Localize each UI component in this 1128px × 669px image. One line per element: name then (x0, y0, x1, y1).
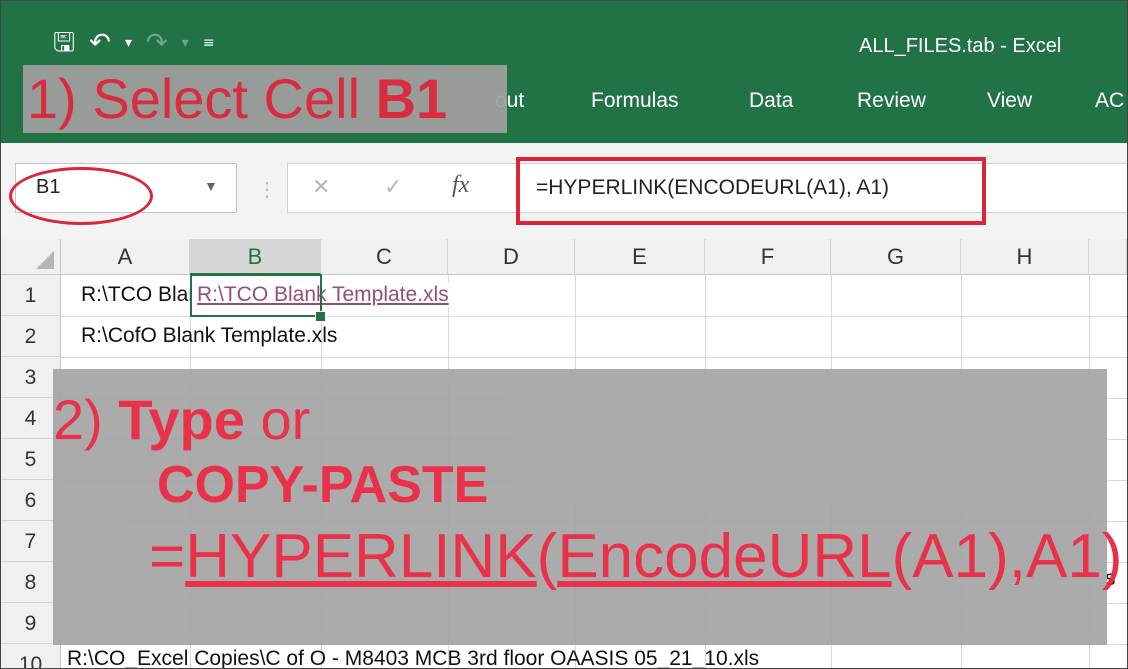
active-cell-border (190, 274, 322, 317)
column-header-h[interactable]: H (961, 239, 1089, 275)
row-header-1[interactable]: 1 (1, 275, 61, 316)
step2-paren: ( (536, 522, 558, 591)
formula-bar-grip[interactable]: ⋮ (257, 177, 277, 202)
step2-tail: (A1),A1) (891, 522, 1123, 591)
cell-a10[interactable]: R:\CO_Excel Copies\C of O - M8403 MCB 3r… (67, 647, 759, 668)
step2-copy-paste: COPY-PASTE (157, 456, 489, 514)
row-header-9[interactable]: 9 (1, 603, 61, 644)
step2-line1: 2) Type or (53, 387, 310, 452)
step1-cell: B1 (375, 67, 448, 130)
formula-buttons: ✕ ✓ fx (287, 163, 515, 213)
step2-eq: = (149, 522, 186, 591)
highlight-ellipse-name-box (9, 167, 153, 225)
cell-a2[interactable]: R:\CofO Blank Template.xls (81, 324, 337, 348)
select-all-triangle-icon (36, 251, 54, 269)
step2-hyperlink: HYPERLINK (185, 522, 537, 591)
tab-view[interactable]: View (987, 89, 1032, 113)
step2-number: 2) (53, 388, 119, 451)
step1-text: 1) Select Cell B1 (27, 65, 447, 133)
row-header-6[interactable]: 6 (1, 480, 61, 521)
tab-formulas[interactable]: Formulas (591, 89, 679, 113)
excel-window: 🖫 ↶ ▾ ↷ ▾ ≡ ALL_FILES.tab - Excel out Fo… (0, 0, 1128, 669)
redo-dropdown-icon[interactable]: ▾ (182, 36, 189, 50)
column-header-b[interactable]: B (190, 239, 321, 275)
step1-callout: 1) Select Cell B1 (23, 65, 507, 133)
column-header-g[interactable]: G (831, 239, 961, 275)
window-title: ALL_FILES.tab - Excel (859, 35, 1062, 57)
step2-type: Type (118, 388, 245, 451)
column-header-e[interactable]: E (575, 239, 705, 275)
column-header-i[interactable] (1089, 239, 1127, 275)
tab-review[interactable]: Review (857, 89, 926, 113)
row-header-10[interactable]: 10 (1, 644, 61, 668)
insert-function-icon[interactable]: fx (452, 172, 469, 199)
row-header-3[interactable]: 3 (1, 357, 61, 398)
column-header-c[interactable]: C (321, 239, 448, 275)
row-header-4[interactable]: 4 (1, 398, 61, 439)
step2-formula: =HYPERLINK(EncodeURL(A1),A1) (149, 521, 1122, 592)
redo-icon[interactable]: ↷ (146, 30, 168, 56)
column-header-a[interactable]: A (61, 239, 190, 275)
step1-prefix: 1) Select Cell (27, 67, 376, 130)
row-header-2[interactable]: 2 (1, 316, 61, 357)
chevron-down-icon[interactable]: ▼ (204, 178, 218, 194)
cell-a1[interactable]: R:\TCO Blank Template.xls (81, 283, 191, 307)
save-icon[interactable]: 🖫 (53, 30, 75, 56)
step2-callout: 2) Type or COPY-PASTE =HYPERLINK(EncodeU… (53, 369, 1122, 645)
step2-or: or (244, 388, 311, 451)
customize-qat-icon[interactable]: ≡ (203, 36, 215, 50)
fill-handle[interactable] (315, 311, 326, 322)
step2-encodeurl: EncodeURL (557, 522, 892, 591)
enter-icon[interactable]: ✓ (384, 174, 402, 200)
row-header-8[interactable]: 8 (1, 562, 61, 603)
highlight-rect-formula (516, 157, 986, 225)
cancel-icon[interactable]: ✕ (312, 174, 330, 200)
column-header-d[interactable]: D (448, 239, 575, 275)
undo-dropdown-icon[interactable]: ▾ (125, 36, 132, 50)
tab-acrobat[interactable]: AC (1095, 89, 1124, 113)
gridline (61, 357, 1127, 358)
undo-icon[interactable]: ↶ (89, 30, 111, 56)
column-header-f[interactable]: F (705, 239, 831, 275)
quick-access-toolbar: 🖫 ↶ ▾ ↷ ▾ ≡ (53, 23, 215, 63)
tab-data[interactable]: Data (749, 89, 793, 113)
row-header-7[interactable]: 7 (1, 521, 61, 562)
select-all-button[interactable] (1, 239, 61, 275)
row-header-5[interactable]: 5 (1, 439, 61, 480)
